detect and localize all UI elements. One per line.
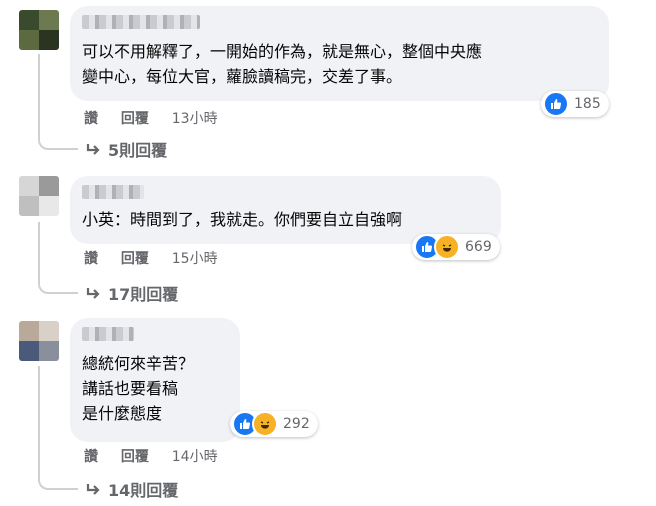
reply-arrow-icon xyxy=(86,140,100,159)
reply-arrow-icon xyxy=(86,480,100,499)
reply-link[interactable]: 回覆 xyxy=(121,251,149,267)
comment-bubble: 總統何來辛苦？ 講話也要看稿 是什麼態度 xyxy=(70,318,240,442)
avatar[interactable] xyxy=(19,10,59,50)
haha-icon xyxy=(252,411,278,437)
avatar[interactable] xyxy=(19,176,59,216)
thread-branch xyxy=(38,278,78,294)
like-link[interactable]: 讚 xyxy=(84,449,98,465)
replies-label: 17則回覆 xyxy=(108,285,179,304)
view-replies-link[interactable]: 5則回覆 xyxy=(86,137,167,161)
reaction-count: 292 xyxy=(283,416,310,432)
thread-branch xyxy=(38,474,78,490)
comment-actions: 讚 回覆 14小時 xyxy=(84,446,236,466)
reaction-count: 185 xyxy=(574,96,601,112)
replies-label: 14則回覆 xyxy=(108,481,179,500)
reaction-summary[interactable]: 292 xyxy=(230,411,318,437)
timestamp[interactable]: 15小時 xyxy=(172,251,218,267)
reply-link[interactable]: 回覆 xyxy=(121,449,149,465)
comment-text: 總統何來辛苦？ 講話也要看稿 是什麼態度 xyxy=(82,354,195,423)
reaction-count: 669 xyxy=(465,239,492,255)
comment-actions: 讚 回覆 15小時 xyxy=(84,248,236,268)
like-icon xyxy=(543,91,569,117)
replies-label: 5則回覆 xyxy=(108,141,168,160)
view-replies-link[interactable]: 14則回覆 xyxy=(86,477,178,501)
comment-bubble: 可以不用解釋了，一開始的作為，就是無心，整個中央應 變中心，每位大官，蘿臉讀稿完… xyxy=(70,6,609,101)
reply-link[interactable]: 回覆 xyxy=(121,111,149,127)
reaction-summary[interactable]: 185 xyxy=(541,91,609,117)
like-link[interactable]: 讚 xyxy=(84,251,98,267)
thread-line xyxy=(38,54,40,134)
comment-text: 小英：時間到了，我就走。你們要自立自強啊 xyxy=(82,210,403,229)
like-link[interactable]: 讚 xyxy=(84,111,98,127)
avatar[interactable] xyxy=(19,321,59,361)
timestamp[interactable]: 13小時 xyxy=(172,111,218,127)
commenter-name[interactable] xyxy=(82,327,134,341)
commenter-name[interactable] xyxy=(82,185,144,199)
commenter-name[interactable] xyxy=(82,15,200,29)
view-replies-link[interactable]: 17則回覆 xyxy=(86,281,178,305)
reply-arrow-icon xyxy=(86,284,100,303)
thread-line xyxy=(38,222,40,282)
haha-icon xyxy=(434,234,460,260)
timestamp[interactable]: 14小時 xyxy=(172,449,218,465)
comment-text: 可以不用解釋了，一開始的作為，就是無心，整個中央應 變中心，每位大官，蘿臉讀稿完… xyxy=(82,42,483,86)
reaction-summary[interactable]: 669 xyxy=(412,234,500,260)
comment-actions: 讚 回覆 13小時 xyxy=(84,108,236,128)
thread-branch xyxy=(38,134,78,150)
thread-line xyxy=(38,366,40,476)
